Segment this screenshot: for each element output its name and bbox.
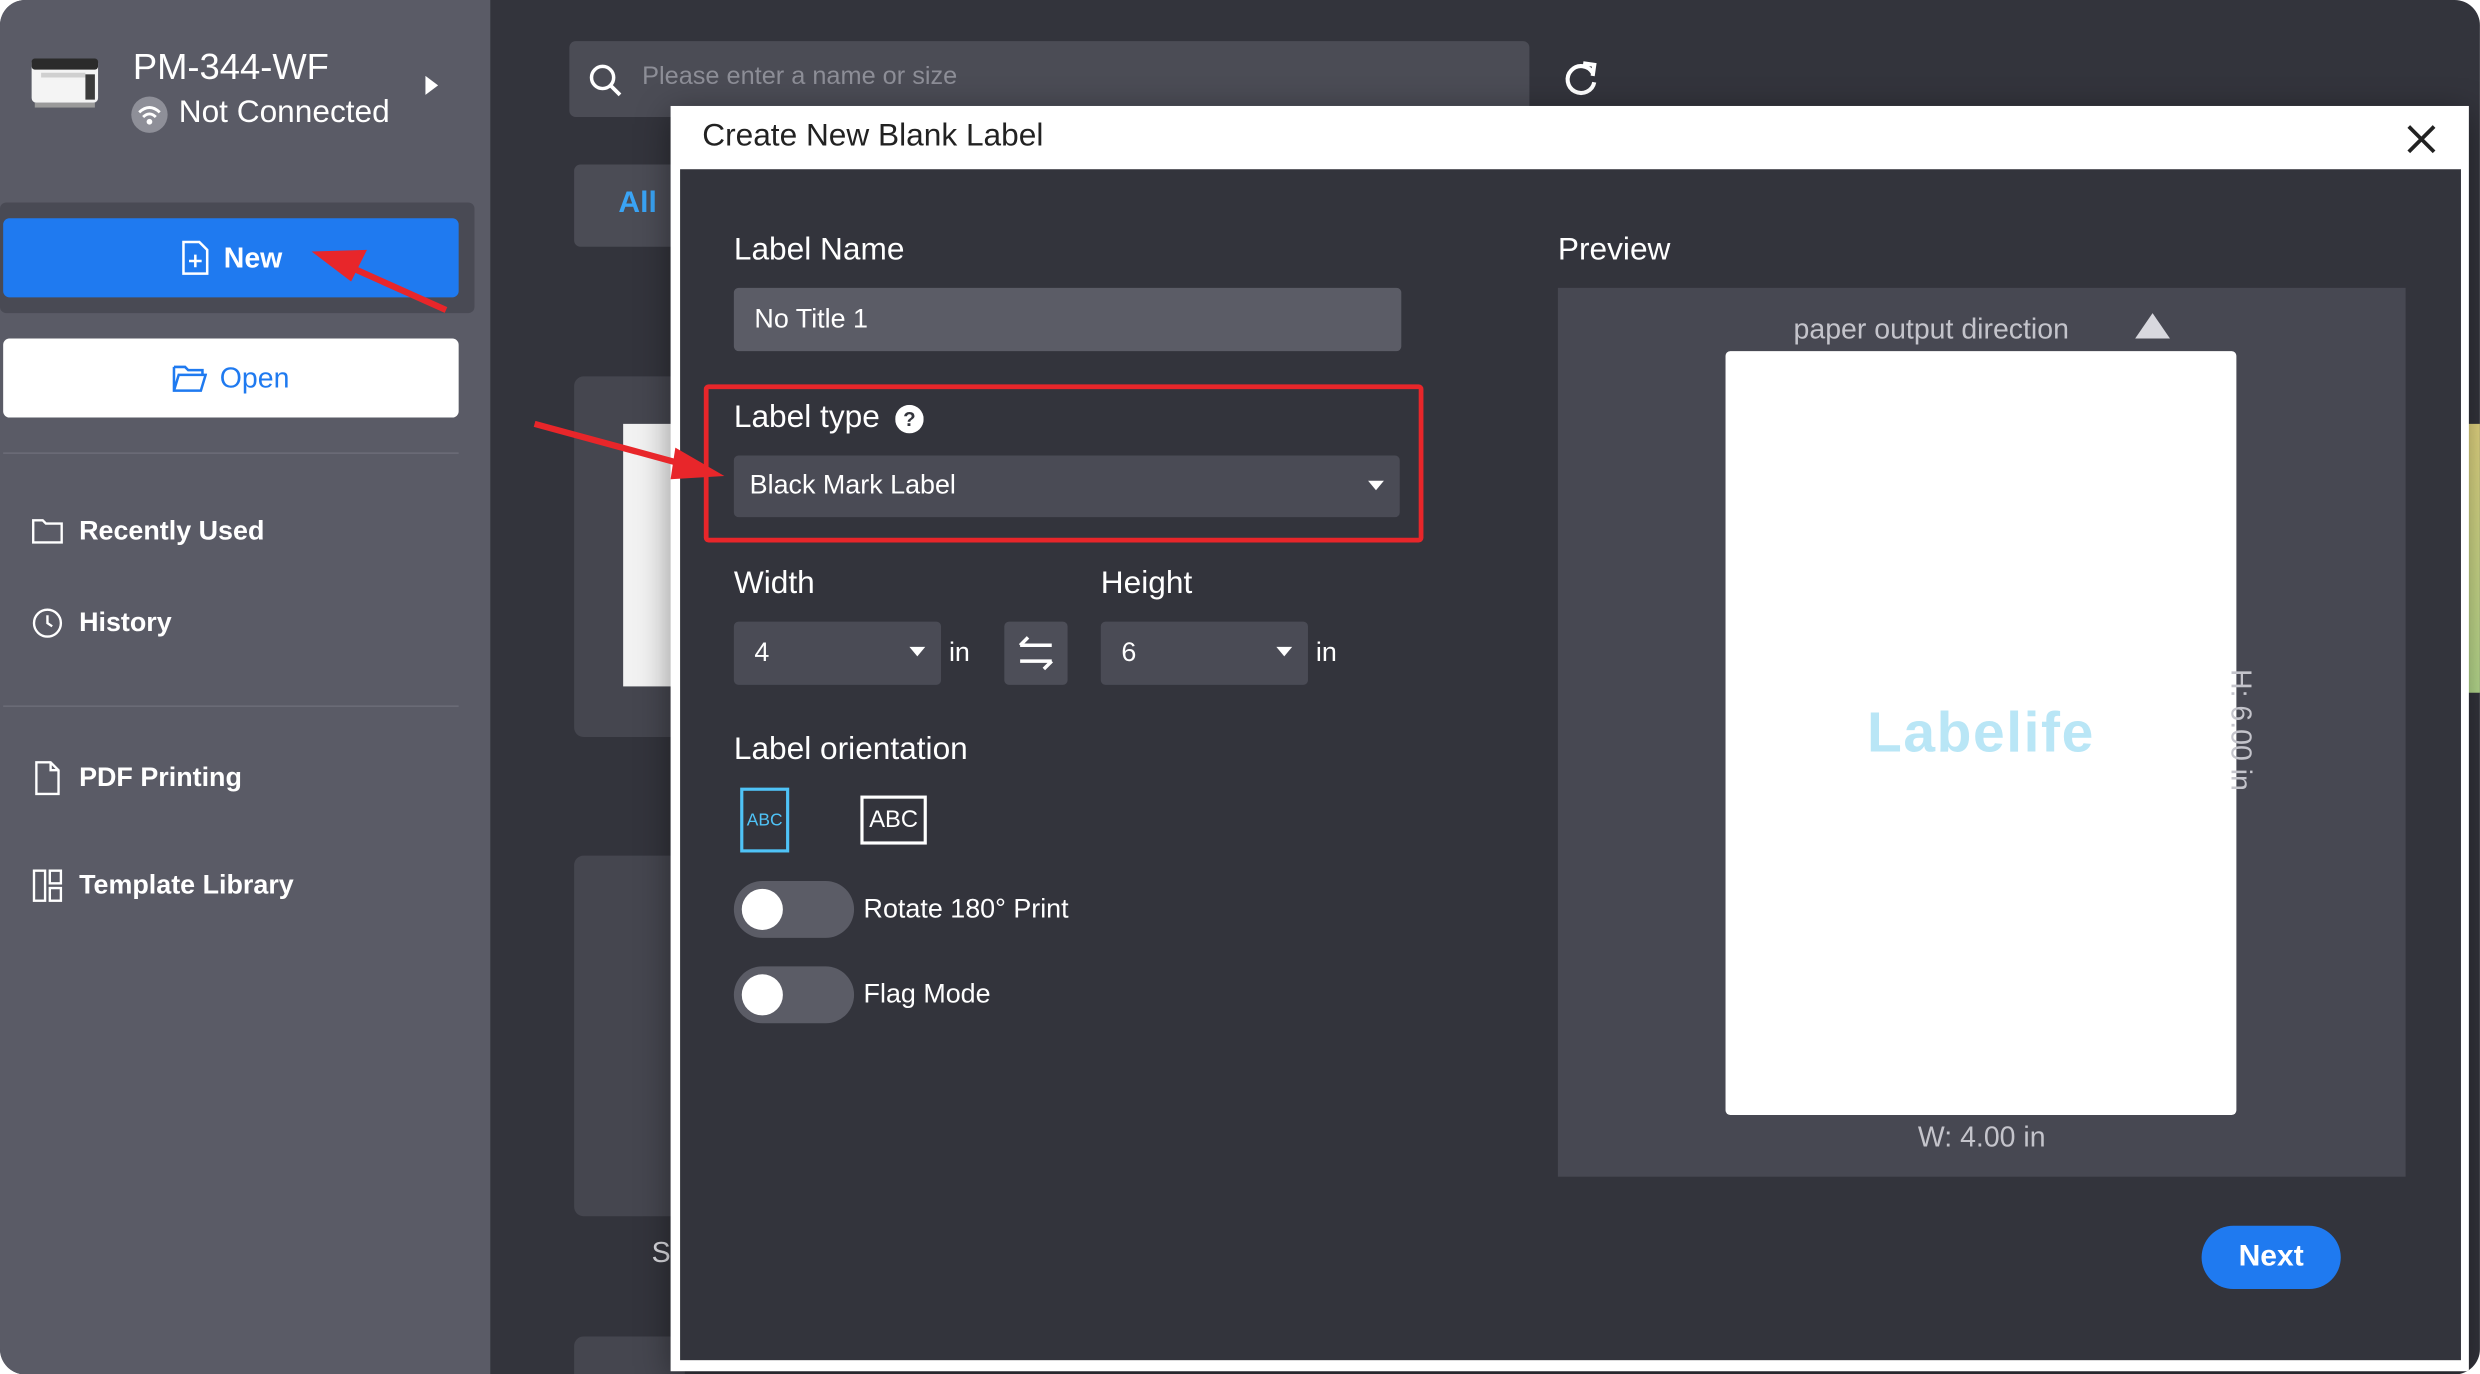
rotate-label: Rotate 180° Print xyxy=(863,893,1069,924)
dialog-title: Create New Blank Label xyxy=(702,118,1044,154)
label-type-heading: Label type xyxy=(733,400,880,435)
svg-text:?: ? xyxy=(903,408,916,431)
sidebar-item-label: PDF Printing xyxy=(79,762,242,793)
device-name: PM-344-WF xyxy=(132,45,329,87)
swap-icon xyxy=(1018,636,1053,671)
refresh-icon[interactable] xyxy=(1563,60,1601,98)
height-unit: in xyxy=(1315,637,1337,668)
sidebar-divider xyxy=(3,452,459,454)
flag-mode-toggle[interactable] xyxy=(733,966,855,1024)
template-thumbnail-edge xyxy=(2467,423,2480,693)
wifi-icon xyxy=(131,96,168,133)
label-name-input[interactable] xyxy=(733,287,1402,352)
sidebar-item-template-library[interactable]: Template Library xyxy=(32,868,294,903)
sidebar-item-pdf-printing[interactable]: PDF Printing xyxy=(32,761,242,796)
height-heading: Height xyxy=(1100,566,1193,602)
sidebar-item-label: History xyxy=(79,607,172,638)
sidebar-item-label: Template Library xyxy=(79,869,294,900)
dropdown-caret-icon xyxy=(1368,480,1384,491)
triangle-up-icon xyxy=(2135,313,2170,339)
next-button[interactable]: Next xyxy=(2201,1225,2341,1290)
help-icon[interactable]: ? xyxy=(895,404,924,434)
app-window: PM-344-WF Not Connected New Open Recentl… xyxy=(0,0,2480,1374)
height-select[interactable]: 6 xyxy=(1100,621,1308,685)
label-type-select[interactable]: Black Mark Label xyxy=(733,455,1400,518)
rotate-toggle[interactable] xyxy=(733,880,855,938)
folder-open-icon xyxy=(172,365,208,392)
template-card[interactable] xyxy=(574,1336,685,1374)
sidebar-item-label: Recently Used xyxy=(79,515,265,546)
width-unit: in xyxy=(948,637,970,668)
width-heading: Width xyxy=(733,566,815,602)
new-button[interactable]: New xyxy=(3,218,459,298)
template-icon xyxy=(32,869,63,902)
dropdown-caret-icon xyxy=(909,646,926,657)
connection-status: Not Connected xyxy=(178,94,390,130)
orientation-portrait-label: ABC xyxy=(746,810,783,830)
open-button-label: Open xyxy=(219,361,290,394)
expand-arrow-icon[interactable] xyxy=(424,74,440,96)
printer-icon[interactable] xyxy=(28,52,101,109)
label-preview-paper: Labelife xyxy=(1725,351,2237,1116)
tab-all[interactable]: All xyxy=(574,164,685,247)
dialog-body: Label Name Label type ? Black Mark Label… xyxy=(680,169,2461,1361)
sidebar-item-recently-used[interactable]: Recently Used xyxy=(32,515,265,548)
search-input[interactable] xyxy=(642,53,1497,102)
flag-mode-label: Flag Mode xyxy=(863,979,991,1010)
sidebar: PM-344-WF Not Connected New Open Recentl… xyxy=(0,0,491,1374)
toggle-knob xyxy=(741,974,783,1016)
sidebar-item-history[interactable]: History xyxy=(32,607,172,639)
paper-direction-label: paper output direction xyxy=(1793,313,2069,345)
preview-panel: paper output direction Labelife W: 4.00 … xyxy=(1557,287,2406,1177)
toggle-knob xyxy=(741,888,783,930)
folder-icon xyxy=(32,519,63,544)
template-card[interactable] xyxy=(574,855,685,1217)
search-icon xyxy=(589,64,622,97)
label-type-value: Black Mark Label xyxy=(749,469,956,500)
orientation-portrait-button[interactable]: ABC xyxy=(740,787,790,853)
new-button-label: New xyxy=(223,241,283,273)
sidebar-divider xyxy=(3,705,459,707)
close-icon[interactable] xyxy=(2404,122,2439,157)
new-file-icon xyxy=(182,240,210,275)
label-name-heading: Label Name xyxy=(733,232,905,268)
clock-icon xyxy=(32,608,63,638)
height-value: 6 xyxy=(1121,637,1137,668)
new-button-container: New xyxy=(0,202,475,314)
swap-dimensions-button[interactable] xyxy=(1004,621,1068,685)
stage: PM-344-WF Not Connected New Open Recentl… xyxy=(0,0,2480,1374)
orientation-heading: Label orientation xyxy=(733,732,968,768)
orientation-landscape-button[interactable]: ABC xyxy=(860,795,927,845)
height-dimension: H: 6.00 in xyxy=(2225,669,2257,791)
template-caption: S xyxy=(651,1236,671,1269)
preview-heading: Preview xyxy=(1557,232,1671,268)
create-label-dialog: Create New Blank Label Label Name Label … xyxy=(670,105,2469,1372)
width-value: 4 xyxy=(754,637,770,668)
dropdown-caret-icon xyxy=(1276,646,1293,657)
document-icon xyxy=(35,761,60,796)
orientation-landscape-label: ABC xyxy=(869,806,918,834)
width-select[interactable]: 4 xyxy=(733,621,942,685)
width-dimension: W: 4.00 in xyxy=(1917,1121,2046,1153)
labelife-logo: Labelife xyxy=(1867,699,2095,764)
open-button[interactable]: Open xyxy=(3,338,459,418)
